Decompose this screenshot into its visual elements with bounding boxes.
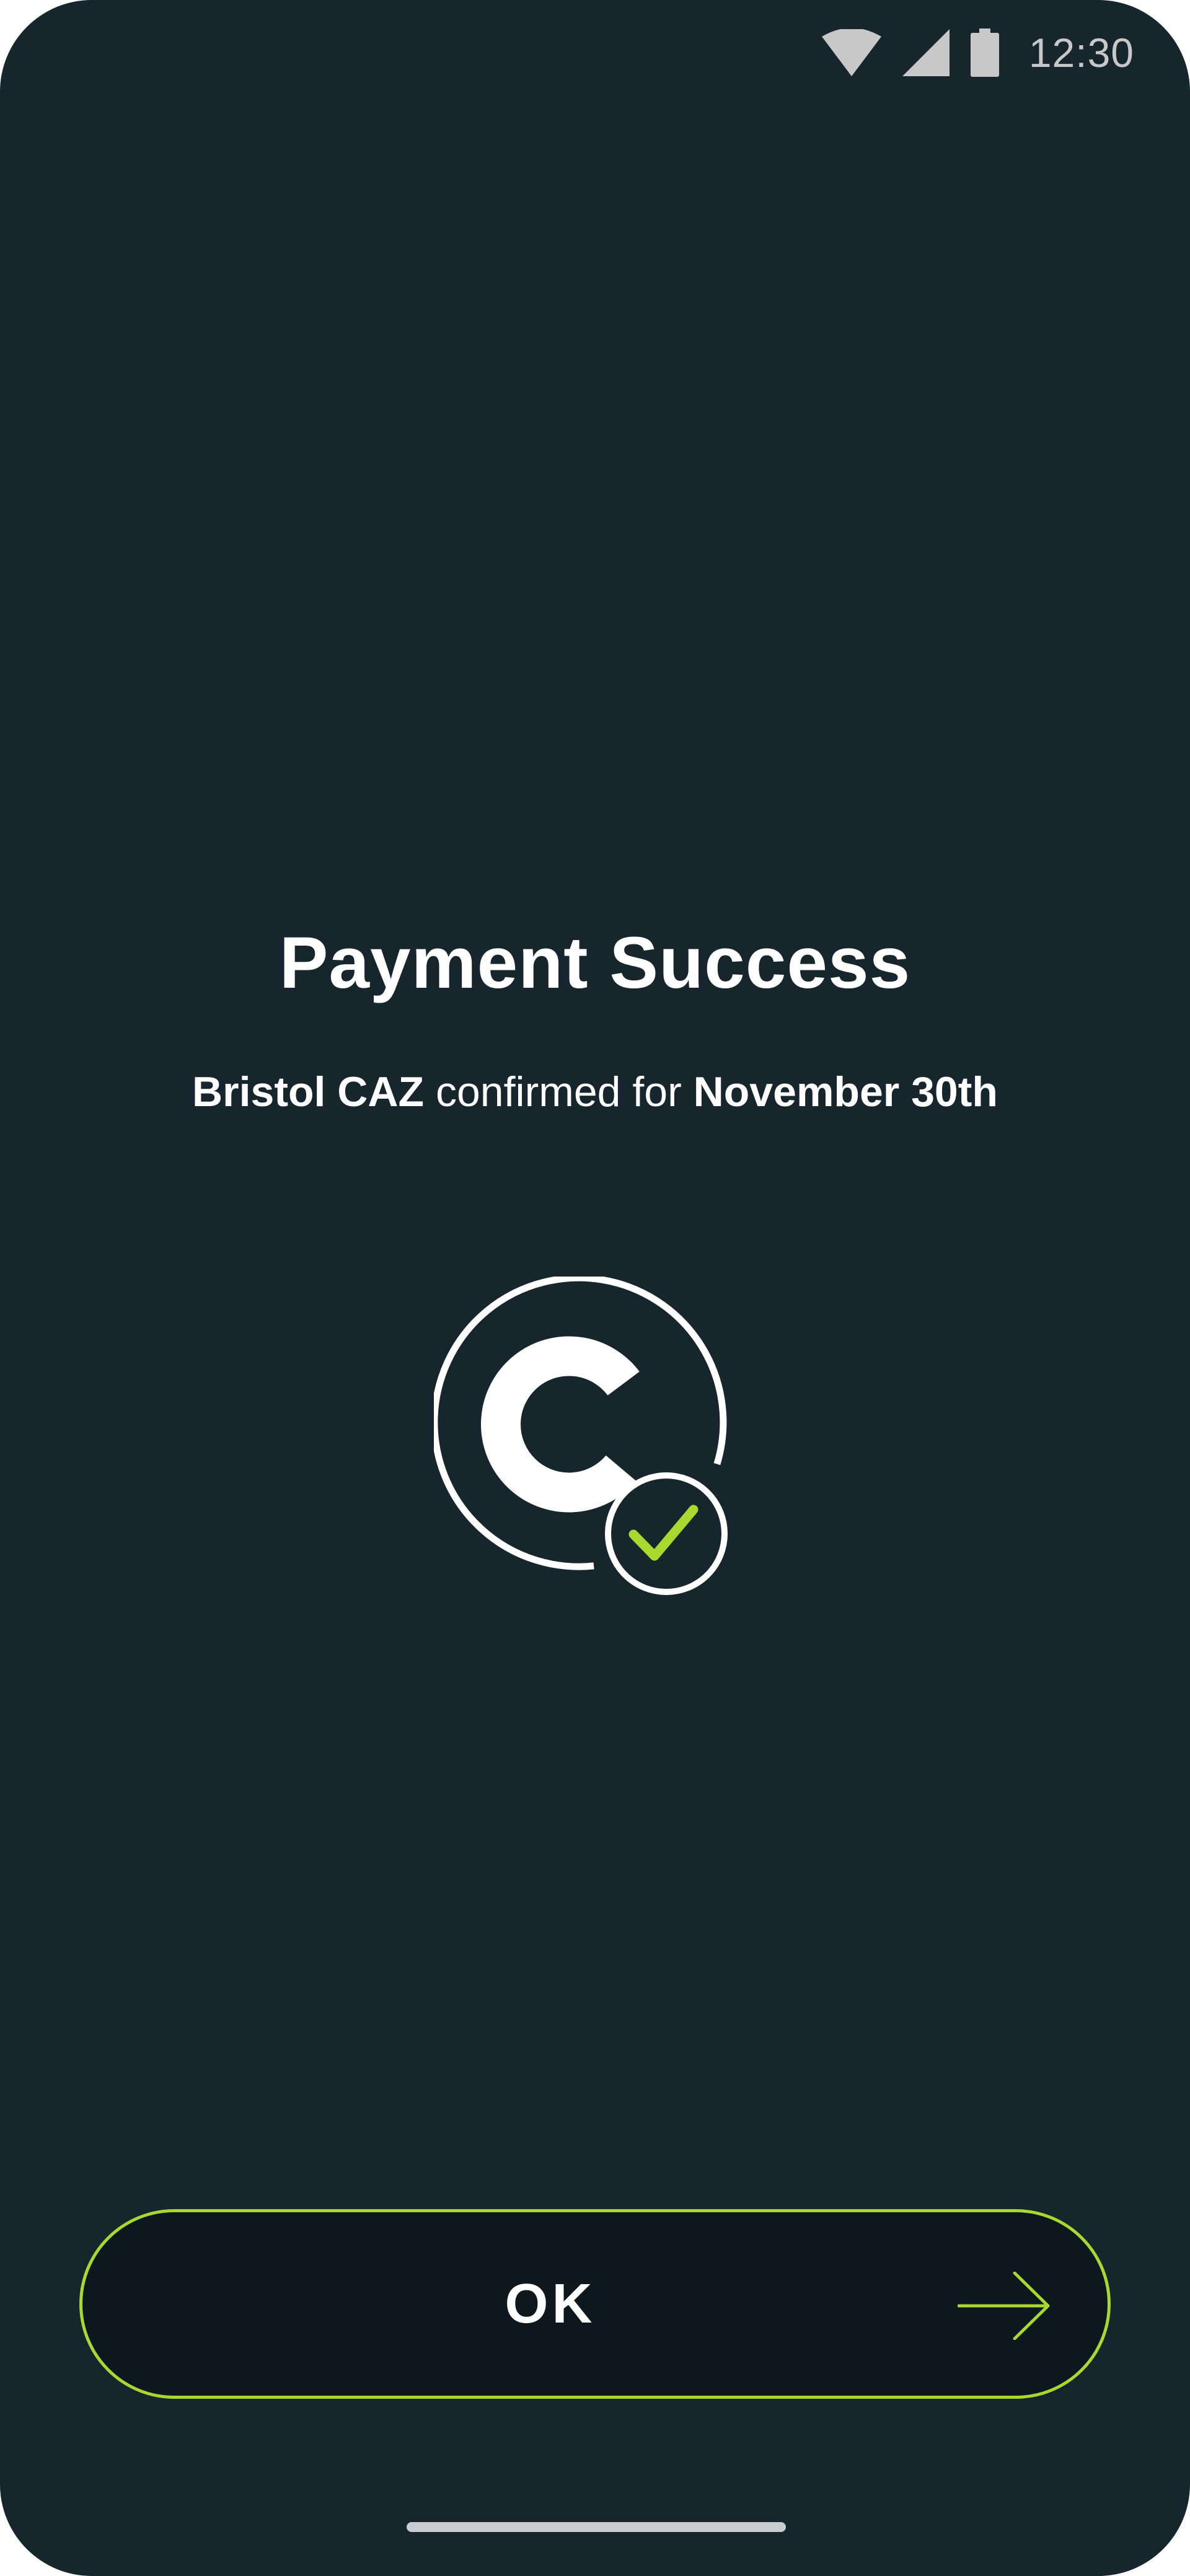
payment-confirmation-text: Bristol CAZ confirmed for November 30th — [0, 1067, 1190, 1118]
status-bar: 12:30 — [821, 25, 1134, 81]
ok-button[interactable]: OK — [79, 2209, 1111, 2399]
ok-button-label: OK — [505, 2273, 596, 2335]
battery-icon — [970, 29, 999, 77]
status-time: 12:30 — [1028, 30, 1134, 76]
wifi-icon — [821, 29, 881, 76]
page-title: Payment Success — [279, 922, 911, 1004]
home-indicator[interactable] — [407, 2522, 786, 2532]
app-screen: 12:30 Payment Success Bristol CAZ confir… — [0, 0, 1190, 2576]
confirmation-date: November 30th — [693, 1068, 998, 1115]
checkmark-icon — [605, 1472, 728, 1595]
arrow-right-icon — [958, 2272, 1050, 2340]
zone-name: Bristol CAZ — [192, 1068, 425, 1115]
cellular-signal-icon — [902, 29, 950, 76]
payment-success-illustration — [434, 1277, 728, 1595]
confirmation-connector: confirmed for — [424, 1068, 694, 1115]
